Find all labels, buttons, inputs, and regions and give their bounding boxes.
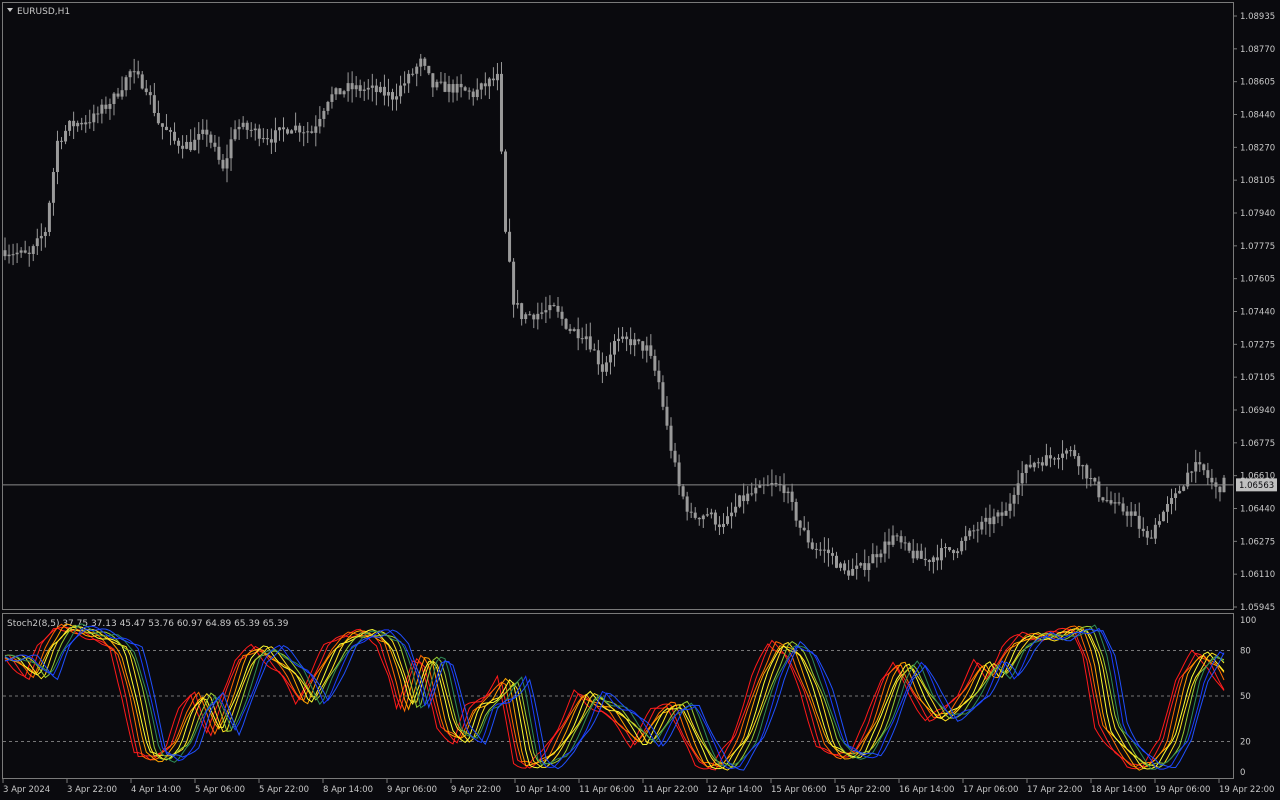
time-axis-label: 11 Apr 22:00: [643, 785, 698, 795]
price-axis-label: 1.08440: [1240, 111, 1275, 121]
price-axis-label: 1.07605: [1240, 275, 1275, 285]
indicator-label: Stoch2(8,5) 37.75 37.13 45.47 53.76 60.9…: [7, 619, 289, 629]
price-axis-label: 1.08935: [1240, 12, 1275, 22]
indicator-axis-label: 100: [1240, 616, 1256, 626]
price-axis-label: 1.07275: [1240, 340, 1275, 350]
indicator-axis-label: 20: [1240, 738, 1251, 748]
chart-window: EURUSD,H1 1.08935 1.08770 1.08605 1.08440 1.…: [0, 0, 1280, 800]
time-axis-label: 12 Apr 14:00: [707, 785, 762, 795]
price-axis-label: 1.06275: [1240, 537, 1275, 547]
price-axis-label: 1.06940: [1240, 406, 1275, 416]
candle: [47, 200, 51, 237]
candle: [564, 317, 568, 330]
price-axis-label: 1.08270: [1240, 143, 1275, 153]
time-axis-label: 3 Apr 22:00: [67, 785, 117, 795]
time-axis-label: 15 Apr 06:00: [771, 785, 826, 795]
time-axis-label: 10 Apr 14:00: [515, 785, 570, 795]
time-axis-label: 18 Apr 14:00: [1091, 785, 1146, 795]
price-axis-label: 1.08770: [1240, 45, 1275, 55]
svg-text:1.06563: 1.06563: [1239, 481, 1274, 491]
time-axis-label: 3 Apr 2024: [3, 785, 50, 795]
price-axis-label: 1.07940: [1240, 209, 1275, 219]
price-axis-label: 1.06440: [1240, 505, 1275, 515]
price-axis-label: 1.07440: [1240, 308, 1275, 318]
candle: [738, 494, 742, 509]
indicator-axis-label: 0: [1240, 768, 1245, 778]
indicator-axis-label: 80: [1240, 646, 1251, 656]
time-axis-label: 9 Apr 22:00: [451, 785, 501, 795]
symbol-label: EURUSD,H1: [17, 7, 70, 17]
time-axis-label: 4 Apr 14:00: [131, 785, 181, 795]
candle: [338, 88, 342, 95]
price-axis-label: 1.08605: [1240, 78, 1275, 88]
price-axis-label: 1.05945: [1240, 603, 1275, 613]
time-axis-label: 11 Apr 06:00: [579, 785, 634, 795]
price-axis-label: 1.06775: [1240, 439, 1275, 449]
time-axis-label: 17 Apr 22:00: [1027, 785, 1082, 795]
price-axis-label: 1.07105: [1240, 373, 1275, 383]
indicator-axis-label: 50: [1240, 692, 1251, 702]
candle: [504, 149, 508, 234]
time-axis-label: 5 Apr 22:00: [259, 785, 309, 795]
candle: [1161, 510, 1165, 522]
symbol-menu[interactable]: EURUSD,H1: [7, 7, 70, 17]
time-axis-label: 17 Apr 06:00: [963, 785, 1018, 795]
price-axis-label: 1.08105: [1240, 176, 1275, 186]
time-axis-label: 16 Apr 14:00: [899, 785, 954, 795]
time-axis-label: 19 Apr 06:00: [1155, 785, 1210, 795]
time-axis-label: 15 Apr 22:00: [835, 785, 890, 795]
time-axis-label: 5 Apr 06:00: [195, 785, 245, 795]
current-price-tag: 1.06563: [1236, 478, 1277, 492]
price-axis-label: 1.07775: [1240, 242, 1275, 252]
price-axis-label: 1.06110: [1240, 570, 1275, 580]
time-axis-label: 9 Apr 06:00: [387, 785, 437, 795]
time-axis-label: 19 Apr 22:00: [1219, 785, 1274, 795]
candle: [499, 62, 503, 155]
chart-background: [0, 0, 1280, 800]
time-axis-label: 8 Apr 14:00: [323, 785, 373, 795]
